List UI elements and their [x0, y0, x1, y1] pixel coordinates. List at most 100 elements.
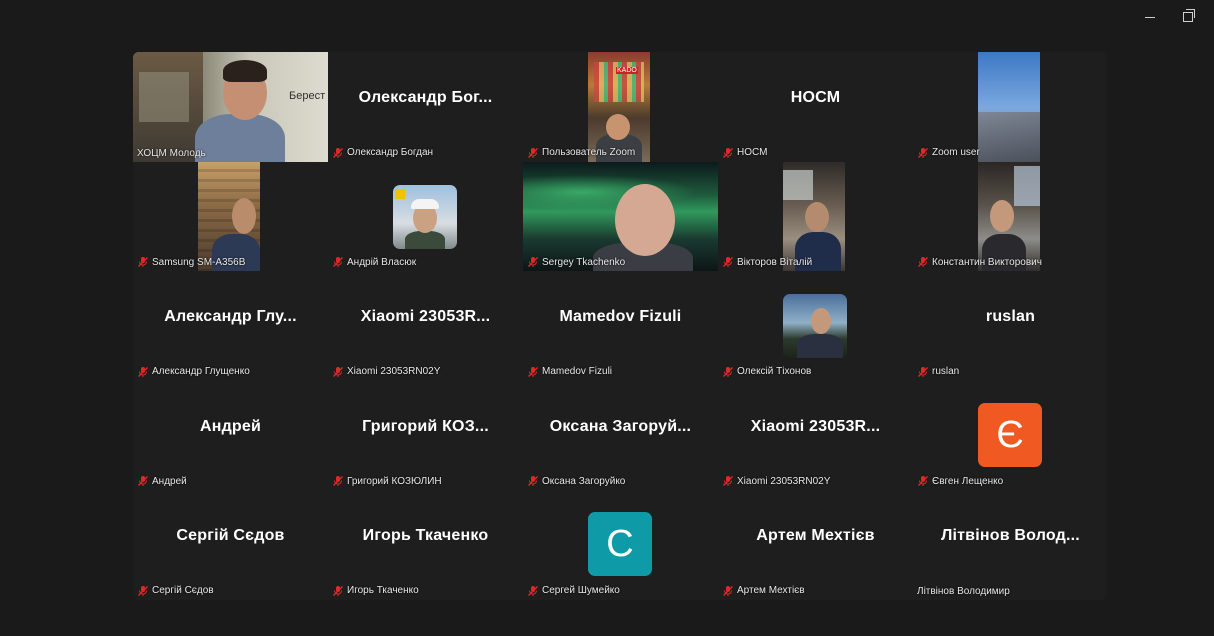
participant-name: Оксана Загоруйко	[527, 475, 714, 487]
participant-display-name: Xiaomi 23053R...	[360, 308, 491, 326]
background-text: KADO	[616, 67, 638, 74]
participant-name: ruslan	[917, 366, 1104, 378]
participant-tile[interactable]: Андрій Власюк	[328, 161, 523, 272]
participant-tile[interactable]: Берест ХОЦМ Молодь	[133, 52, 328, 162]
muted-mic-icon	[333, 366, 343, 377]
participant-tile[interactable]: KADO Пользователь Zoom	[523, 52, 718, 162]
video-feed	[783, 161, 845, 272]
muted-mic-icon	[918, 147, 928, 158]
participant-name: Mamedov Fizuli	[527, 366, 714, 378]
participant-display-name: Олександр Бог...	[358, 89, 493, 106]
participant-tile[interactable]: Samsung SM-A356B	[133, 161, 328, 272]
participant-name: Артем Мехтієв	[722, 585, 909, 597]
participant-tile[interactable]: ruslan ruslan	[913, 271, 1107, 381]
muted-mic-icon	[528, 585, 538, 596]
avatar: Є	[978, 402, 1042, 467]
muted-mic-icon	[723, 476, 733, 487]
participant-name: Вікторов Віталій	[722, 256, 909, 268]
participant-name: Sergey Tkachenko	[527, 256, 714, 268]
participant-name: Константин Викторович	[917, 256, 1104, 268]
participant-display-name: Игорь Ткаченко	[362, 527, 489, 545]
profile-photo	[783, 294, 847, 359]
minimize-icon	[1145, 16, 1155, 18]
participant-name: Александр Глущенко	[137, 366, 324, 378]
muted-mic-icon	[918, 366, 928, 377]
participant-tile[interactable]: Sergey Tkachenko	[523, 161, 718, 272]
muted-mic-icon	[528, 476, 538, 487]
muted-mic-icon	[333, 257, 343, 268]
participant-tile[interactable]: С Сергей Шумейко	[523, 490, 718, 600]
muted-mic-icon	[138, 476, 148, 487]
participant-name: Samsung SM-A356B	[137, 256, 324, 268]
participant-display-name: Оксана Загоруй...	[549, 417, 692, 435]
participant-display-name: Xiaomi 23053R...	[750, 417, 881, 435]
background-text: Берест	[289, 90, 326, 102]
participant-display-name: ruslan	[985, 308, 1036, 326]
participant-tile[interactable]: Є Євген Лещенко	[913, 380, 1107, 491]
participant-tile[interactable]: Mamedov Fizuli Mamedov Fizuli	[523, 271, 718, 381]
video-feed: KADO	[588, 52, 650, 162]
minimize-button[interactable]	[1142, 6, 1158, 26]
participant-tile[interactable]: Zoom user	[913, 52, 1107, 162]
restore-button[interactable]	[1180, 6, 1196, 26]
participant-name: Xiaomi 23053RN02Y	[722, 475, 909, 487]
video-feed	[978, 52, 1040, 162]
participant-name: Олексій Тіхонов	[722, 366, 909, 378]
muted-mic-icon	[723, 585, 733, 596]
avatar: С	[588, 512, 652, 577]
participant-name: Андрей	[137, 475, 324, 487]
participant-display-name: Літвінов Волод...	[941, 527, 1080, 545]
participant-name: ХОЦМ Молодь	[137, 147, 206, 159]
participant-tile[interactable]: Літвінов Волод... Літвінов Володимир	[913, 490, 1107, 600]
participant-name: Андрій Власюк	[332, 256, 519, 268]
participant-name: Сергій Сєдов	[137, 585, 324, 597]
participant-display-name: Андрей	[199, 417, 262, 435]
participant-display-name: Александр Глу...	[164, 308, 297, 326]
muted-mic-icon	[333, 585, 343, 596]
participant-tile[interactable]: Александр Глу... Александр Глущенко	[133, 271, 328, 381]
participant-name: НОСМ	[722, 147, 909, 159]
muted-mic-icon	[528, 257, 538, 268]
participant-tile[interactable]: Игорь Ткаченко Игорь Ткаченко	[328, 490, 523, 600]
participant-tile[interactable]: Xiaomi 23053R... Xiaomi 23053RN02Y	[718, 380, 913, 491]
muted-mic-icon	[723, 147, 733, 158]
muted-mic-icon	[138, 585, 148, 596]
muted-mic-icon	[138, 366, 148, 377]
muted-mic-icon	[723, 257, 733, 268]
participant-tile[interactable]: Олександр Бог... Олександр Богдан	[328, 52, 523, 162]
participant-name: Zoom user	[917, 147, 1104, 159]
muted-mic-icon	[528, 366, 538, 377]
participant-name: Xiaomi 23053RN02Y	[332, 366, 519, 378]
participant-tile[interactable]: Андрей Андрей	[133, 380, 328, 491]
participant-name: Игорь Ткаченко	[332, 585, 519, 597]
participant-tile[interactable]: Xiaomi 23053R... Xiaomi 23053RN02Y	[328, 271, 523, 381]
participant-tile[interactable]: Вікторов Віталій	[718, 161, 913, 272]
gallery-grid: Берест ХОЦМ Молодь Олександр Бог... Олек…	[133, 52, 1107, 600]
muted-mic-icon	[528, 147, 538, 158]
muted-mic-icon	[723, 366, 733, 377]
participant-name: Літвінов Володимир	[917, 585, 1010, 597]
video-feed	[523, 161, 718, 272]
participant-tile[interactable]: Оксана Загоруй... Оксана Загоруйко	[523, 380, 718, 491]
participant-tile[interactable]: Сергій Сєдов Сергій Сєдов	[133, 490, 328, 600]
participant-name: Сергей Шумейко	[527, 585, 714, 597]
muted-mic-icon	[333, 476, 343, 487]
participant-tile[interactable]: Артем Мехтієв Артем Мехтієв	[718, 490, 913, 600]
window-controls	[1142, 6, 1196, 26]
participant-display-name: Сергій Сєдов	[176, 527, 285, 545]
participant-display-name: Артем Мехтієв	[756, 527, 875, 545]
participant-tile[interactable]: Григорий КОЗ... Григорий КОЗЮЛИН	[328, 380, 523, 491]
participant-tile[interactable]: Константин Викторович	[913, 161, 1107, 272]
video-feed	[198, 161, 260, 272]
participant-name: Пользователь Zoom	[527, 147, 714, 159]
participant-display-name: Григорий КОЗ...	[362, 417, 489, 435]
restore-icon	[1183, 9, 1195, 23]
video-feed	[978, 161, 1040, 272]
muted-mic-icon	[138, 257, 148, 268]
participant-tile[interactable]: Олексій Тіхонов	[718, 271, 913, 381]
participant-name: Євген Лещенко	[917, 475, 1104, 487]
profile-photo	[393, 184, 457, 249]
muted-mic-icon	[333, 147, 343, 158]
participant-tile[interactable]: НОСМ НОСМ	[718, 52, 913, 162]
participant-name: Олександр Богдан	[332, 147, 519, 159]
